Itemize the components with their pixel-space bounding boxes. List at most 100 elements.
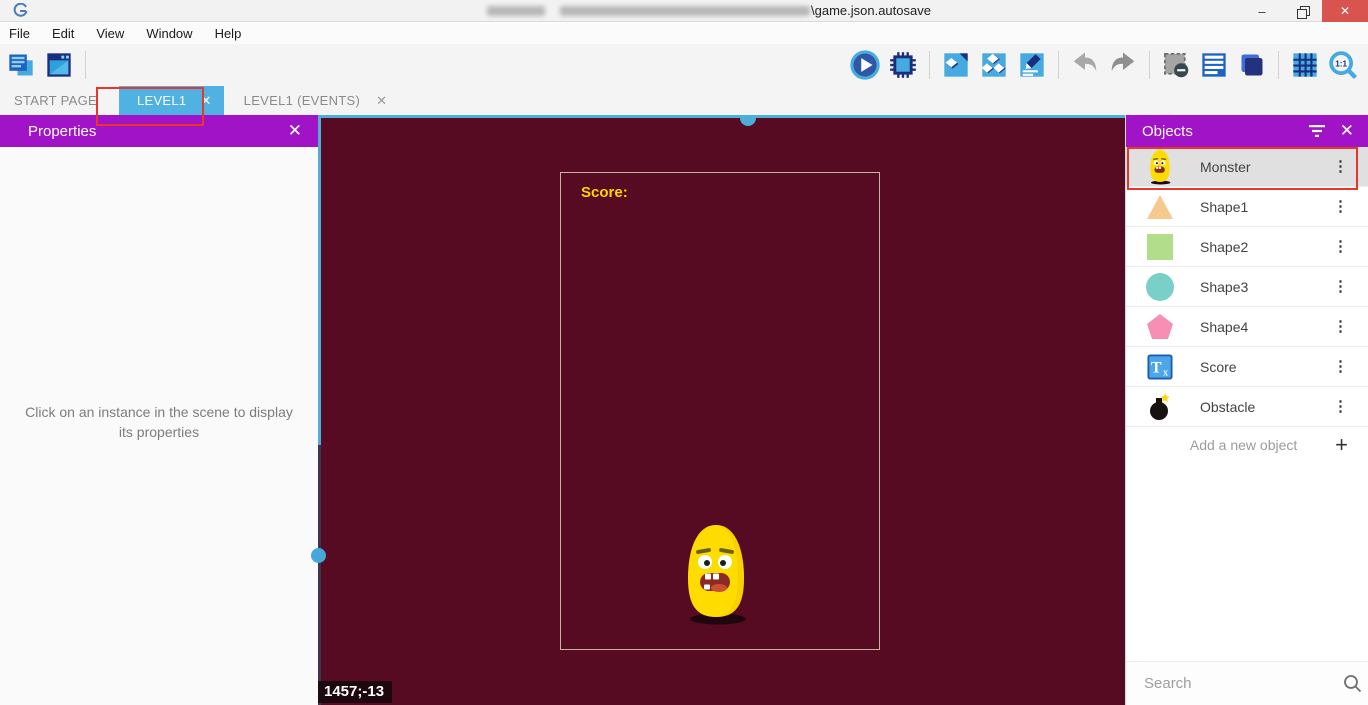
- project-manager-icon[interactable]: [6, 50, 36, 80]
- kebab-menu-icon[interactable]: ⋮: [1333, 400, 1348, 413]
- close-icon[interactable]: ✕: [1340, 121, 1354, 141]
- object-label: Shape4: [1200, 319, 1248, 335]
- kebab-menu-icon[interactable]: ⋮: [1333, 200, 1348, 213]
- scene-editor-icon[interactable]: [44, 50, 74, 80]
- properties-title: Properties: [28, 123, 96, 140]
- circle-icon: [1142, 273, 1178, 301]
- object-row-shape2[interactable]: Shape2 ⋮: [1126, 227, 1368, 267]
- menu-window[interactable]: Window: [146, 26, 192, 41]
- redo-icon[interactable]: [1108, 50, 1138, 80]
- resize-handle-left[interactable]: [311, 548, 326, 563]
- monster-icon: [1142, 149, 1178, 185]
- toolbar: 1:1: [0, 44, 1368, 86]
- properties-panel: Properties ✕ Click on an instance in the…: [0, 115, 318, 705]
- properties-hint: Click on an instance in the scene to dis…: [19, 402, 299, 443]
- square-icon: [1142, 234, 1178, 260]
- menu-bar: File Edit View Window Help: [0, 23, 1368, 44]
- object-row-shape3[interactable]: Shape3 ⋮: [1126, 267, 1368, 307]
- tab-start-page[interactable]: START PAGE: [0, 86, 111, 115]
- title-bar: \game.json.autosave – ✕: [0, 0, 1368, 22]
- object-row-monster[interactable]: Monster ⋮: [1126, 147, 1368, 187]
- bomb-icon: [1142, 393, 1178, 421]
- play-icon[interactable]: [850, 50, 880, 80]
- menu-view[interactable]: View: [96, 26, 124, 41]
- toolbar-separator: [85, 51, 86, 79]
- add-object-row[interactable]: Add a new object +: [1126, 427, 1368, 463]
- toolbar-separator: [1278, 51, 1279, 79]
- resize-handle-top[interactable]: [740, 118, 756, 126]
- object-row-obstacle[interactable]: Obstacle ⋮: [1126, 387, 1368, 427]
- search-bar: [1126, 661, 1368, 705]
- selection-left-border: [318, 115, 321, 445]
- object-row-shape4[interactable]: Shape4 ⋮: [1126, 307, 1368, 347]
- kebab-menu-icon[interactable]: ⋮: [1333, 160, 1348, 173]
- objects-panel: Objects ✕ Monster ⋮: [1125, 115, 1368, 705]
- object-label: Score: [1200, 359, 1237, 375]
- object-row-shape1[interactable]: Shape1 ⋮: [1126, 187, 1368, 227]
- tab-bar: START PAGE LEVEL1 ✕ LEVEL1 (EVENTS) ✕: [0, 86, 1368, 115]
- tab-close-icon[interactable]: ✕: [376, 93, 387, 109]
- close-icon[interactable]: ✕: [288, 121, 302, 141]
- plus-icon[interactable]: +: [1335, 435, 1348, 455]
- objects-title: Objects: [1142, 123, 1193, 140]
- minimize-button[interactable]: –: [1242, 0, 1282, 22]
- toolbar-separator: [929, 51, 930, 79]
- properties-header: Properties ✕: [0, 115, 318, 147]
- scene-canvas[interactable]: Score: 1457;-13: [318, 115, 1125, 705]
- text-object-icon: T x: [1142, 354, 1178, 380]
- menu-edit[interactable]: Edit: [52, 26, 74, 41]
- tab-label: START PAGE: [14, 93, 97, 108]
- menu-file[interactable]: File: [9, 26, 30, 41]
- panel-divider: [318, 445, 321, 705]
- kebab-menu-icon[interactable]: ⋮: [1333, 240, 1348, 253]
- tab-close-icon[interactable]: ✕: [200, 93, 211, 109]
- svg-text:x: x: [1163, 367, 1169, 378]
- tab-level1-events[interactable]: LEVEL1 (EVENTS) ✕: [230, 86, 402, 115]
- redacted-text: [560, 6, 810, 16]
- kebab-menu-icon[interactable]: ⋮: [1333, 360, 1348, 373]
- add-object-label: Add a new object: [1126, 437, 1335, 453]
- svg-text:1:1: 1:1: [1335, 59, 1347, 68]
- svg-text:T: T: [1151, 359, 1162, 376]
- tab-label: LEVEL1: [137, 93, 187, 108]
- monster-sprite-image: [680, 522, 752, 626]
- zoom-original-icon[interactable]: 1:1: [1328, 50, 1358, 80]
- window-title: \game.json.autosave: [811, 3, 931, 18]
- objects-header: Objects ✕: [1126, 115, 1368, 147]
- filter-icon[interactable]: [1308, 124, 1326, 138]
- restore-button[interactable]: [1282, 0, 1322, 22]
- debug-icon[interactable]: [888, 50, 918, 80]
- search-icon[interactable]: [1343, 674, 1362, 693]
- objects-groups-icon[interactable]: [979, 50, 1009, 80]
- monster-instance[interactable]: [680, 522, 752, 631]
- toolbar-separator: [1058, 51, 1059, 79]
- kebab-menu-icon[interactable]: ⋮: [1333, 320, 1348, 333]
- close-button[interactable]: ✕: [1322, 0, 1368, 22]
- menu-help[interactable]: Help: [215, 26, 242, 41]
- add-object-icon[interactable]: [941, 50, 971, 80]
- restore-icon: [1297, 6, 1308, 17]
- object-label: Obstacle: [1200, 399, 1255, 415]
- object-label: Shape1: [1200, 199, 1248, 215]
- deselect-instances-icon[interactable]: [1161, 50, 1191, 80]
- search-input[interactable]: [1144, 675, 1343, 692]
- toolbar-separator: [1149, 51, 1150, 79]
- object-label: Monster: [1200, 159, 1251, 175]
- triangle-icon: [1142, 194, 1178, 220]
- grid-icon[interactable]: [1290, 50, 1320, 80]
- score-text-instance[interactable]: Score:: [581, 184, 628, 201]
- kebab-menu-icon[interactable]: ⋮: [1333, 280, 1348, 293]
- selection-top-border: [318, 115, 1125, 118]
- layers-icon[interactable]: [1237, 50, 1267, 80]
- edit-scene-icon[interactable]: [1017, 50, 1047, 80]
- redacted-text: [487, 6, 545, 16]
- undo-icon[interactable]: [1070, 50, 1100, 80]
- gdevelop-logo-icon: [12, 3, 28, 19]
- object-row-score[interactable]: T x Score ⋮: [1126, 347, 1368, 387]
- tab-label: LEVEL1 (EVENTS): [244, 93, 361, 108]
- object-label: Shape3: [1200, 279, 1248, 295]
- pentagon-icon: [1142, 313, 1178, 340]
- tab-level1[interactable]: LEVEL1 ✕: [119, 86, 224, 115]
- instances-list-icon[interactable]: [1199, 50, 1229, 80]
- main-area: Properties ✕ Click on an instance in the…: [0, 115, 1368, 705]
